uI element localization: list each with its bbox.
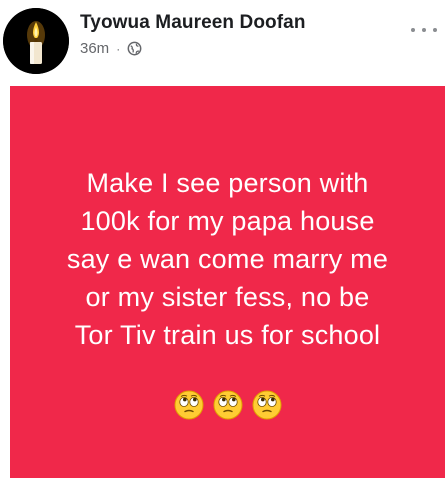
post-message-line: Make I see person with [86, 168, 369, 198]
meta-separator: · [116, 41, 121, 56]
post-background-card: Make I see person with 100k for my papa … [10, 86, 445, 478]
candle-icon [3, 8, 69, 74]
more-dot [411, 28, 415, 32]
post-message-line: say e wan come marry me [66, 244, 389, 274]
post-timestamp[interactable]: 36m [80, 40, 109, 57]
more-dot [433, 28, 437, 32]
eye-roll-emoji-icon [252, 390, 282, 420]
post-author-name[interactable]: Tyowua Maureen Doofan [80, 12, 306, 34]
post-header: Tyowua Maureen Doofan 36m · [0, 0, 445, 80]
eye-roll-emoji-icon [174, 390, 204, 420]
post-meta: 36m · [80, 40, 142, 57]
post-message: Make I see person with 100k for my papa … [10, 164, 445, 354]
post-message-line: Tor Tiv train us for school [74, 320, 381, 350]
post-message-line: or my sister fess, no be [85, 282, 370, 312]
globe-icon[interactable] [127, 41, 142, 56]
facebook-post: Tyowua Maureen Doofan 36m · Make I see p… [0, 0, 445, 478]
more-dot [422, 28, 426, 32]
avatar[interactable] [3, 8, 69, 74]
post-message-line: 100k for my papa house [80, 206, 375, 236]
eye-roll-emoji-icon [213, 390, 243, 420]
more-options-icon[interactable] [411, 24, 437, 36]
emoji-row [10, 390, 445, 420]
